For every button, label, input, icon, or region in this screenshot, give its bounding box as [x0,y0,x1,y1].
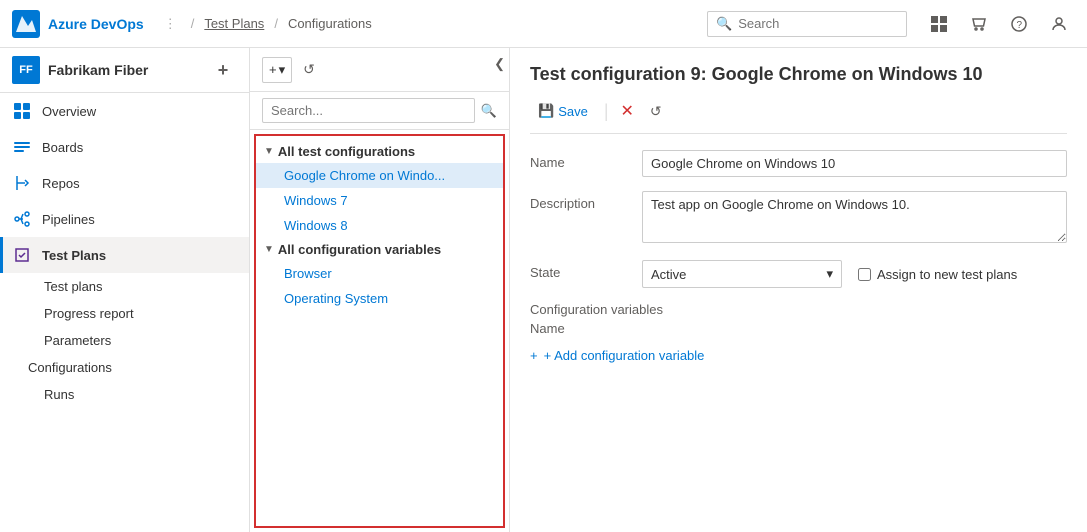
assign-checkbox-row: Assign to new test plans [858,267,1017,282]
cancel-button[interactable]: ✕ [617,97,638,125]
config-vars-name-header: Name [530,321,1067,336]
test-plans-icon [12,245,32,265]
app-logo[interactable]: Azure DevOps [12,10,144,38]
search-input[interactable] [738,16,898,31]
tree-container: ▼ All test configurations Google Chrome … [254,134,505,528]
main-layout: FF Fabrikam Fiber + Overview Boards [0,48,1087,532]
name-input[interactable] [642,150,1067,177]
user-icon[interactable] [1043,8,1075,40]
tree-item-win8[interactable]: Windows 8 [256,213,503,238]
grid-view-icon[interactable] [923,8,955,40]
top-nav: Azure DevOps ⋮ / Test Plans / Configurat… [0,0,1087,48]
name-field-row: Name [530,150,1067,177]
tree-group-all-test-configs[interactable]: ▼ All test configurations [256,140,503,163]
description-field-row: Description Test app on Google Chrome on… [530,191,1067,246]
boards-icon [12,137,32,157]
tree-group-all-config-vars[interactable]: ▼ All configuration variables [256,238,503,261]
sidebar-item-label-test-plans: Test Plans [42,248,106,263]
sidebar-item-boards[interactable]: Boards [0,129,249,165]
sidebar-item-pipelines[interactable]: Pipelines [0,201,249,237]
sidebar-sub-runs[interactable]: Runs [0,381,249,408]
detail-toolbar: 💾 Save | ✕ ↺ [530,97,1067,134]
repos-icon [12,173,32,193]
middle-search-icon[interactable]: 🔍 [481,103,497,119]
org-name: Fabrikam Fiber [48,62,148,78]
assign-checkbox[interactable] [858,268,871,281]
search-icon: 🔍 [716,16,732,32]
save-button[interactable]: 💾 Save [530,99,596,123]
middle-search-bar: 🔍 [250,92,509,130]
sidebar-item-test-plans[interactable]: Test Plans [0,237,249,273]
state-select-wrap[interactable]: Active Inactive ▾ [642,260,842,288]
sidebar: FF Fabrikam Fiber + Overview Boards [0,48,250,532]
toolbar-separator: | [604,101,609,122]
tree-item-win7[interactable]: Windows 7 [256,188,503,213]
state-select[interactable]: Active Inactive [651,267,818,282]
nav-icons: ? [923,8,1075,40]
middle-search-input[interactable] [262,98,475,123]
config-vars-title: Configuration variables [530,302,1067,317]
sidebar-sub-progress-report[interactable]: Progress report [0,300,249,327]
description-input[interactable]: Test app on Google Chrome on Windows 10. [642,191,1067,243]
add-config-variable-button[interactable]: + + Add configuration variable [530,344,704,367]
assign-label: Assign to new test plans [877,267,1017,282]
state-label: State [530,260,630,280]
detail-panel: Test configuration 9: Google Chrome on W… [510,48,1087,532]
sidebar-sub-configurations[interactable]: Configurations [0,354,249,381]
chevron-expand-icon: ▼ [264,146,274,157]
add-button[interactable]: + ▾ [262,57,292,83]
middle-panel: ❮ + ▾ ↺ 🔍 ▼ All test configurations Goog… [250,48,510,532]
svg-text:?: ? [1017,20,1023,31]
save-icon: 💾 [538,103,554,119]
collapse-button[interactable]: ❮ [490,52,509,76]
detail-title: Test configuration 9: Google Chrome on W… [530,64,1067,85]
tree-item-os[interactable]: Operating System [256,286,503,311]
middle-toolbar: + ▾ ↺ [250,48,509,92]
add-project-button[interactable]: + [209,56,237,84]
dropdown-icon: ▾ [826,266,833,282]
state-field: Active Inactive ▾ Assign to new test pla… [642,260,1067,288]
breadcrumb-sep2: / [274,16,278,31]
sidebar-item-label-pipelines: Pipelines [42,212,95,227]
search-box[interactable]: 🔍 [707,11,907,37]
config-vars-section: Configuration variables Name + + Add con… [530,302,1067,367]
name-label: Name [530,150,630,170]
state-field-row: State Active Inactive ▾ Assign to new te… [530,260,1067,288]
app-name: Azure DevOps [48,16,144,32]
sidebar-item-overview[interactable]: Overview [0,93,249,129]
tree-item-browser[interactable]: Browser [256,261,503,286]
sidebar-item-repos[interactable]: Repos [0,165,249,201]
refresh-button[interactable]: ↺ [296,56,322,83]
help-icon[interactable]: ? [1003,8,1035,40]
breadcrumb-test-plans[interactable]: Test Plans [204,16,264,31]
description-label: Description [530,191,630,211]
add-var-plus-icon: + [530,348,538,363]
shopping-icon[interactable] [963,8,995,40]
nav-dots: ⋮ [164,16,177,32]
name-field [642,150,1067,177]
logo-icon [12,10,40,38]
chevron-expand-icon2: ▼ [264,244,274,255]
tree-item-chrome-win10[interactable]: Google Chrome on Windo... [256,163,503,188]
breadcrumb-configurations: Configurations [288,16,372,31]
sidebar-item-label-overview: Overview [42,104,96,119]
org-avatar: FF [12,56,40,84]
sidebar-item-label-repos: Repos [42,176,80,191]
overview-icon [12,101,32,121]
sidebar-item-label-boards: Boards [42,140,83,155]
sidebar-sub-parameters[interactable]: Parameters [0,327,249,354]
description-field: Test app on Google Chrome on Windows 10. [642,191,1067,246]
sidebar-sub-test-plans[interactable]: Test plans [0,273,249,300]
pipelines-icon [12,209,32,229]
detail-refresh-button[interactable]: ↺ [646,99,666,124]
breadcrumb-sep1: / [191,16,195,31]
org-header: FF Fabrikam Fiber + [0,48,249,93]
